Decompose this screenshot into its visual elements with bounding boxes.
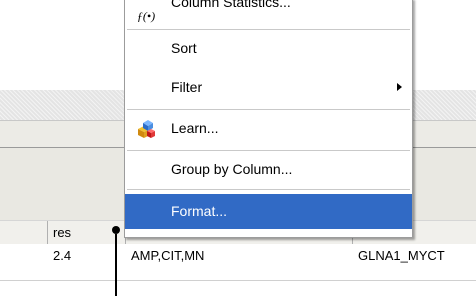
menu-separator xyxy=(127,150,410,151)
menu-item-format[interactable]: Format... xyxy=(125,194,412,229)
menu-item-filter[interactable]: Filter xyxy=(125,70,412,105)
table-row[interactable]: 2.4 AMP,CIT,MN GLNA1_MYCT xyxy=(0,244,476,281)
cell-net[interactable]: AMP,CIT,MN xyxy=(125,244,204,268)
submenu-arrow-icon xyxy=(397,83,402,91)
menu-item-label: Column Statistics... xyxy=(171,0,291,10)
menu-separator xyxy=(127,109,410,110)
menu-item-label: Sort xyxy=(171,40,197,56)
menu-separator xyxy=(127,189,410,190)
menu-item-label: Format... xyxy=(171,203,228,219)
menu-item-sort[interactable]: Sort xyxy=(125,31,412,66)
menu-item-group-by-column[interactable]: Group by Column... xyxy=(125,152,412,187)
menu-item-label: Learn... xyxy=(171,120,219,136)
menu-item-label: Filter xyxy=(171,79,203,95)
cell-res[interactable]: 2.4 xyxy=(47,244,71,268)
menu-item-label: Group by Column... xyxy=(171,161,293,177)
column-header-res[interactable]: res xyxy=(47,221,71,244)
cell-swiss[interactable]: GLNA1_MYCT xyxy=(352,244,445,268)
menu-separator xyxy=(127,29,410,30)
learn-cubes-icon xyxy=(131,111,161,146)
menu-item-learn[interactable]: Learn... xyxy=(125,111,412,146)
context-menu: ƒ(•) Column Statistics... Sort Filter Le… xyxy=(124,0,413,238)
column-drag-line xyxy=(115,234,117,296)
column-resize-handle[interactable] xyxy=(112,226,120,234)
